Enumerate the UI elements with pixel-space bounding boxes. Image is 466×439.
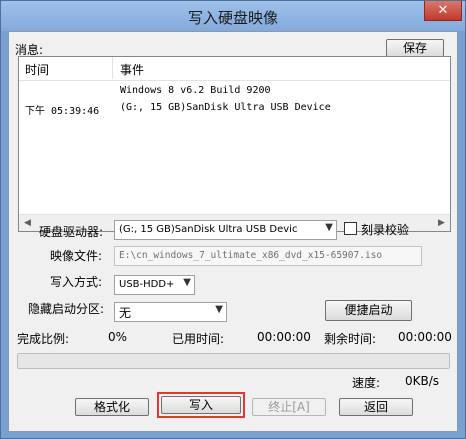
- drive-label: 硬盘驱动器:: [39, 225, 104, 239]
- stop-button[interactable]: 终止[A]: [252, 398, 326, 416]
- save-button[interactable]: 保存: [386, 39, 444, 57]
- hide-partition-label: 隐藏启动分区:: [28, 302, 105, 316]
- elapsed-time-value: 00:00:00: [257, 330, 311, 344]
- window-title: 写入硬盘映像: [187, 9, 278, 27]
- drive-select[interactable]: (G:, 15 GB)SanDisk Ultra USB Devic ▼: [114, 220, 337, 240]
- list-row[interactable]: 下午 05:39:46 (G:, 15 GB)SanDisk Ultra USB…: [19, 100, 450, 117]
- list-row[interactable]: Windows 8 v6.2 Build 9200: [19, 83, 450, 99]
- write-mode-value: USB-HDD+: [119, 279, 175, 290]
- elapsed-time-label: 已用时间:: [172, 332, 225, 346]
- complete-ratio-value: 0%: [108, 330, 128, 344]
- quick-boot-button[interactable]: 便捷启动: [325, 300, 412, 321]
- message-list[interactable]: 时间 事件 Windows 8 v6.2 Build 9200 下午 05:39…: [18, 56, 451, 232]
- verify-checkbox[interactable]: [344, 222, 357, 235]
- complete-ratio-label: 完成比例:: [17, 332, 70, 346]
- dialog-body: 消息: 保存 时间 事件 Windows 8 v6.2 Build 9200 下…: [8, 31, 458, 432]
- close-icon: ✕: [437, 3, 449, 18]
- verify-label[interactable]: 刻录校验: [361, 221, 409, 238]
- scroll-left-icon[interactable]: ◀: [19, 215, 36, 231]
- remaining-time-value: 00:00:00: [398, 330, 452, 344]
- back-button[interactable]: 返回: [339, 398, 413, 416]
- row-event: Windows 8 v6.2 Build 9200: [120, 85, 271, 96]
- image-file-field[interactable]: E:\cn_windows_7_ultimate_x86_dvd_x15-659…: [114, 246, 422, 266]
- chevron-down-icon: ▼: [325, 222, 333, 233]
- remaining-time-label: 剩余时间:: [324, 332, 377, 346]
- scroll-right-icon[interactable]: ▶: [433, 215, 450, 231]
- image-file-label: 映像文件:: [50, 249, 103, 263]
- speed-value: 0KB/s: [405, 374, 440, 388]
- row-event: (G:, 15 GB)SanDisk Ultra USB Device: [120, 102, 331, 113]
- chevron-down-icon: ▼: [215, 304, 223, 315]
- row-time: 下午 05:39:46: [25, 106, 100, 117]
- image-file-value: E:\cn_windows_7_ultimate_x86_dvd_x15-659…: [119, 250, 383, 261]
- write-mode-select[interactable]: USB-HDD+ ▼: [114, 275, 195, 295]
- list-header: 时间 事件: [19, 57, 450, 81]
- title-bar[interactable]: 写入硬盘映像 ✕: [1, 1, 465, 31]
- write-mode-label: 写入方式:: [50, 275, 103, 289]
- chevron-down-icon: ▼: [183, 277, 191, 288]
- drive-select-value: (G:, 15 GB)SanDisk Ultra USB Devic: [119, 224, 298, 235]
- column-header-time[interactable]: 时间: [25, 61, 49, 78]
- column-divider[interactable]: [112, 57, 113, 79]
- close-button[interactable]: ✕: [424, 1, 462, 21]
- speed-label: 速度:: [352, 376, 381, 390]
- progress-bar: [17, 353, 450, 369]
- write-disk-image-dialog: 写入硬盘映像 ✕ 消息: 保存 时间 事件 Windows 8 v6.2 Bui…: [0, 0, 466, 439]
- column-header-event[interactable]: 事件: [120, 61, 144, 78]
- hide-partition-value: 无: [119, 306, 132, 320]
- format-button[interactable]: 格式化: [75, 398, 149, 416]
- hide-partition-select[interactable]: 无 ▼: [114, 302, 227, 322]
- write-button[interactable]: 写入: [161, 396, 241, 414]
